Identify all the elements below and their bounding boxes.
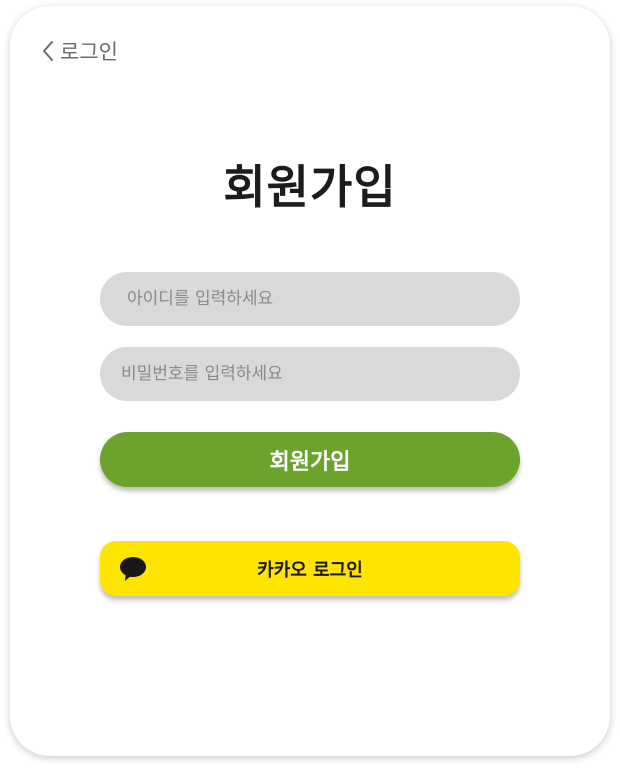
kakao-login-button[interactable]: 카카오 로그인 xyxy=(100,541,520,596)
back-to-login-link[interactable]: 로그인 xyxy=(42,36,118,66)
chevron-left-icon xyxy=(43,41,53,61)
signup-card: 로그인 회원가입 회원가입 카카오 로그인 xyxy=(10,6,610,756)
back-link-label: 로그인 xyxy=(60,40,118,64)
password-input[interactable] xyxy=(100,347,520,401)
kakao-login-label: 카카오 로그인 xyxy=(257,559,363,581)
page-title: 회원가입 xyxy=(223,160,397,214)
signup-button[interactable]: 회원가입 xyxy=(100,432,520,487)
user-id-input[interactable] xyxy=(100,272,520,326)
speech-bubble-icon xyxy=(120,557,146,581)
